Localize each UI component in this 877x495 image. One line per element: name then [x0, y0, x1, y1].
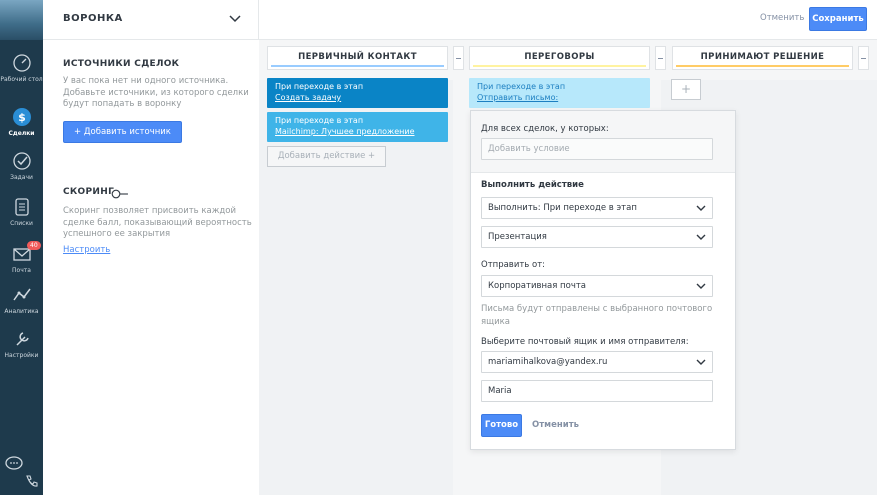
trigger-action[interactable]: Создать задачу: [275, 92, 440, 103]
mailbox-select[interactable]: mariamihalkova@yandex.ru: [481, 351, 713, 373]
nav-label-mail: Почта: [12, 267, 31, 274]
settings-icon: [15, 332, 29, 346]
analytics-icon: [12, 288, 31, 301]
nav-label-analytics: Аналитика: [4, 308, 39, 315]
sender-name-input[interactable]: Maria: [481, 380, 713, 402]
popup-cancel-button[interactable]: Отменить: [532, 420, 579, 430]
condition-section: Для всех сделок, у которых: Добавить усл…: [471, 111, 735, 173]
chevron-down-icon: [696, 283, 706, 289]
nav-label-lists: Списки: [10, 220, 33, 227]
chat-icon[interactable]: [4, 455, 24, 473]
mailbox-value: mariamihalkova@yandex.ru: [488, 357, 608, 367]
execute-select[interactable]: Выполнить: При переходе в этап: [481, 197, 713, 219]
trigger-card-mailchimp[interactable]: При переходе в этап Mailchimp: Лучшее пр…: [267, 112, 448, 142]
nav-item-lists[interactable]: Списки: [0, 196, 43, 227]
column-header-3[interactable]: ПРИНИМАЮТ РЕШЕНИЕ: [672, 46, 853, 70]
configure-link[interactable]: Настроить: [63, 245, 110, 255]
mail-badge: 40: [27, 241, 41, 250]
send-hint: Письма будут отправлены с выбранного поч…: [481, 304, 713, 327]
stage-select[interactable]: Презентация: [481, 226, 713, 248]
nav-label-deals: Сделки: [8, 130, 35, 137]
stage-select-value: Презентация: [488, 232, 547, 242]
pipeline-board: ПЕРВИЧНЫЙ КОНТАКТ ПЕРЕГОВОРЫ ПРИНИМАЮТ Р…: [259, 40, 877, 495]
scoring-title: СКОРИНГ: [63, 187, 115, 197]
column-title-3: ПРИНИМАЮТ РЕШЕНИЕ: [700, 52, 825, 62]
send-from-value: Корпоративная почта: [488, 281, 586, 291]
column-header-2[interactable]: ПЕРЕГОВОРЫ: [469, 46, 650, 70]
column-title-1: ПЕРВИЧНЫЙ КОНТАКТ: [298, 52, 417, 62]
nav-item-dashboard[interactable]: Рабочий стол: [0, 52, 43, 83]
scoring-text: Скоринг позволяет присвоить каждой сделк…: [63, 206, 252, 239]
funnel-title: ВОРОНКА: [63, 13, 123, 24]
dashboard-icon: [12, 54, 31, 72]
send-from-label: Отправить от:: [481, 260, 546, 270]
nav-item-mail[interactable]: 40 Почта: [0, 241, 43, 274]
left-panel: ИСТОЧНИКИ СДЕЛОК У вас пока нет ни одног…: [43, 40, 259, 495]
trigger-card-send-email[interactable]: При переходе в этап Отправить письмо:: [469, 78, 650, 108]
trigger-action[interactable]: Mailchimp: Лучшее предложение: [275, 126, 440, 137]
nav-label-dashboard: Рабочий стол: [0, 76, 43, 83]
action-title: Выполнить действие: [481, 180, 584, 190]
mailbox-label: Выберите почтовый ящик и имя отправителя…: [481, 337, 689, 347]
nav-label-settings: Настройки: [4, 352, 39, 359]
send-from-select[interactable]: Корпоративная почта: [481, 275, 713, 297]
scoring-toggle[interactable]: [111, 189, 129, 199]
cancel-button-top[interactable]: Отменить: [760, 13, 804, 23]
trigger-condition: При переходе в этап: [275, 82, 364, 91]
nav-item-analytics[interactable]: Аналитика: [0, 284, 43, 315]
add-source-button[interactable]: + Добавить источник: [63, 121, 182, 143]
trigger-action[interactable]: Отправить письмо:: [477, 92, 642, 103]
trigger-condition: При переходе в этап: [275, 116, 364, 125]
nav-item-deals[interactable]: $ Сделки: [0, 106, 43, 137]
funnel-selector[interactable]: ВОРОНКА: [43, 0, 259, 40]
column-color-line-3: [676, 65, 849, 67]
column-header-1[interactable]: ПЕРВИЧНЫЙ КОНТАКТ: [267, 46, 448, 70]
chevron-down-icon: [696, 234, 706, 240]
save-button[interactable]: Сохранить: [809, 7, 867, 31]
chevron-down-icon: [696, 205, 706, 211]
column-color-line-1: [271, 65, 444, 67]
tasks-icon: [12, 152, 31, 170]
chevron-down-icon: [696, 359, 706, 365]
column-title-2: ПЕРЕГОВОРЫ: [524, 52, 595, 62]
column-color-line-2: [473, 65, 646, 67]
collapse-column-2[interactable]: [655, 46, 666, 70]
sources-text: У вас пока нет ни одного источника. Доба…: [63, 76, 249, 109]
main-nav: Рабочий стол $ Сделки Задачи Списки 40 П…: [0, 0, 43, 495]
trigger-settings-popup: Для всех сделок, у которых: Добавить усл…: [470, 110, 736, 450]
trigger-card-create-task[interactable]: При переходе в этап Создать задачу: [267, 78, 448, 108]
execute-select-value: Выполнить: При переходе в этап: [488, 203, 637, 213]
column-body-1: [259, 80, 453, 495]
add-trigger-button[interactable]: +: [671, 79, 701, 100]
lists-icon: [14, 198, 29, 216]
svg-text:$: $: [18, 111, 26, 124]
collapse-column-3[interactable]: [858, 46, 869, 70]
trigger-condition: При переходе в этап: [477, 82, 566, 91]
add-action-button[interactable]: Добавить действие +: [267, 146, 386, 167]
top-bar: ВОРОНКА Отменить Сохранить: [43, 0, 877, 40]
nav-item-settings[interactable]: Настройки: [0, 328, 43, 359]
nav-item-tasks[interactable]: Задачи: [0, 150, 43, 181]
nav-logo-area: [0, 0, 43, 40]
add-condition-field[interactable]: Добавить условие: [481, 138, 713, 160]
done-button[interactable]: Готово: [481, 414, 522, 437]
condition-label: Для всех сделок, у которых:: [481, 124, 609, 134]
collapse-column-1[interactable]: [453, 46, 464, 70]
deals-icon: $: [12, 108, 31, 126]
phone-icon[interactable]: [24, 474, 40, 490]
chevron-down-icon: [229, 15, 241, 23]
nav-label-tasks: Задачи: [10, 174, 33, 181]
sources-title: ИСТОЧНИКИ СДЕЛОК: [63, 59, 180, 69]
